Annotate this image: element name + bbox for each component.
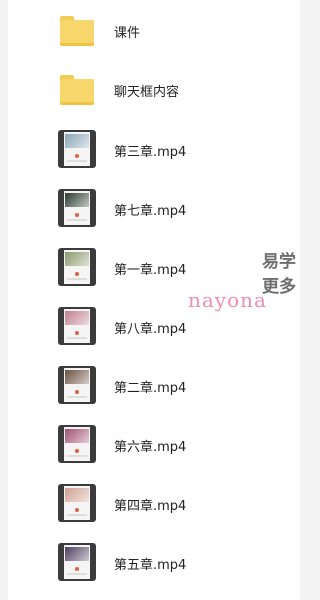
video-thumbnail-icon (58, 366, 96, 404)
folder-icon (60, 16, 94, 46)
video-thumbnail-icon (58, 425, 96, 463)
list-item[interactable]: 第七章.mp4 (8, 179, 300, 237)
list-item[interactable]: 聊天框内容 (8, 61, 300, 119)
watermark-text: nayona (188, 288, 267, 312)
file-name: 聊天框内容 (114, 85, 180, 100)
watermark-side-line2: 更多 (262, 277, 296, 297)
list-item[interactable]: 第五章.mp4 (8, 533, 300, 591)
file-name: 第二章.mp4 (114, 381, 187, 396)
file-name: 第一章.mp4 (114, 263, 187, 278)
video-thumbnail-icon (58, 130, 96, 168)
folder-icon (60, 75, 94, 105)
watermark-side-line1: 易学 (262, 252, 296, 272)
file-name: 第五章.mp4 (114, 558, 187, 573)
file-name: 第三章.mp4 (114, 145, 187, 160)
file-name: 第六章.mp4 (114, 440, 187, 455)
video-thumbnail-icon (58, 189, 96, 227)
watermark-side-text: 易学 更多 (262, 250, 300, 300)
video-thumbnail-icon (58, 248, 96, 286)
video-thumbnail-icon (58, 543, 96, 581)
file-name: 第七章.mp4 (114, 204, 187, 219)
file-name: 第八章.mp4 (114, 322, 187, 337)
list-item[interactable]: 第二章.mp4 (8, 356, 300, 414)
video-thumbnail-icon (58, 484, 96, 522)
file-name: 课件 (114, 26, 141, 41)
list-item[interactable]: 课件 (8, 2, 300, 60)
file-name: 第四章.mp4 (114, 499, 187, 514)
list-item[interactable]: 第三章.mp4 (8, 120, 300, 178)
list-item[interactable]: 第六章.mp4 (8, 415, 300, 473)
video-thumbnail-icon (58, 307, 96, 345)
list-item[interactable]: 第四章.mp4 (8, 474, 300, 532)
